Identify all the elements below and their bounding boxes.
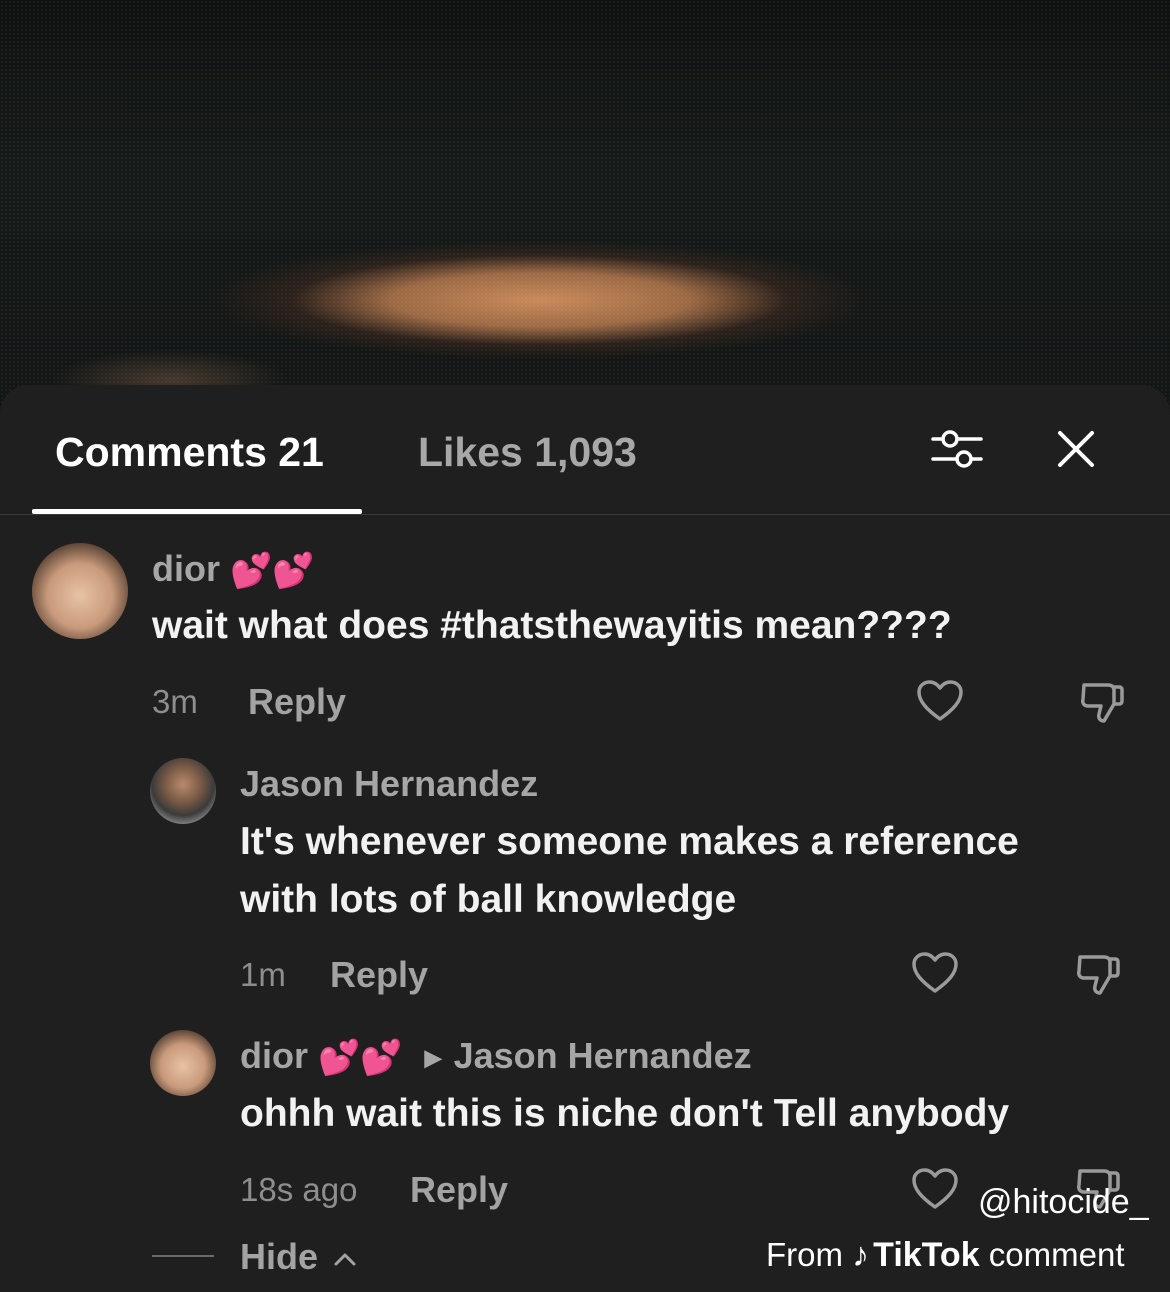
reply-button[interactable]: Reply bbox=[330, 954, 428, 996]
hide-divider bbox=[152, 1255, 214, 1257]
heart-emoji: 💕💕 bbox=[230, 552, 315, 591]
video-noise-overlay bbox=[0, 0, 1170, 420]
sliders-icon[interactable] bbox=[930, 427, 984, 471]
reply-timestamp: 18s ago bbox=[240, 1171, 358, 1208]
tiktok-logo: ♪ TikTok bbox=[852, 1236, 979, 1274]
avatar[interactable] bbox=[150, 758, 216, 824]
reply-arrow-icon: ▶ bbox=[424, 1045, 442, 1071]
replied-to-username[interactable]: Jason Hernandez bbox=[454, 1035, 752, 1076]
reply-text-line: It's whenever someone makes a reference bbox=[240, 820, 1019, 863]
tab-comments[interactable]: Comments 21 bbox=[55, 429, 324, 476]
reply-button[interactable]: Reply bbox=[248, 681, 346, 723]
comment-text: wait what does #thatsthewayitis mean???? bbox=[152, 604, 952, 647]
comment-timestamp: 3m bbox=[152, 683, 198, 720]
avatar[interactable] bbox=[32, 543, 128, 639]
reply-username[interactable]: dior 💕💕 ▶ Jason Hernandez bbox=[240, 1035, 752, 1078]
watermark-source: From ♪ TikTok comment bbox=[766, 1236, 1125, 1275]
comment-username[interactable]: dior 💕💕 bbox=[152, 548, 315, 591]
tiktok-brand: TikTok bbox=[873, 1236, 980, 1274]
watermark-from: From bbox=[766, 1236, 843, 1273]
hide-label: Hide bbox=[240, 1236, 319, 1277]
tiktok-note-icon: ♪ bbox=[852, 1236, 870, 1274]
thumbs-down-icon[interactable] bbox=[1078, 679, 1126, 725]
thumbs-down-icon[interactable] bbox=[1074, 951, 1122, 997]
heart-outline-icon[interactable] bbox=[911, 951, 959, 995]
watermark-handle: @hitocide_ bbox=[978, 1183, 1149, 1221]
reply-button[interactable]: Reply bbox=[410, 1169, 508, 1211]
tab-likes[interactable]: Likes 1,093 bbox=[418, 429, 637, 476]
username-text: dior bbox=[240, 1035, 308, 1076]
heart-outline-icon[interactable] bbox=[916, 679, 964, 723]
hide-replies-button[interactable]: Hide bbox=[240, 1236, 358, 1278]
comments-sheet: Comments 21 Likes 1,093 dior 💕💕 wait what… bbox=[0, 385, 1170, 1292]
reply-text-line: with lots of ball knowledge bbox=[240, 878, 737, 921]
watermark-suffix: comment bbox=[988, 1236, 1125, 1273]
avatar[interactable] bbox=[150, 1030, 216, 1096]
tabs-divider bbox=[0, 514, 1170, 515]
close-icon[interactable] bbox=[1054, 427, 1098, 471]
comments-tab-bar: Comments 21 Likes 1,093 bbox=[0, 385, 1170, 515]
reply-username[interactable]: Jason Hernandez bbox=[240, 763, 538, 805]
username-text: dior bbox=[152, 548, 220, 589]
heart-outline-icon[interactable] bbox=[911, 1167, 959, 1211]
chevron-up-icon bbox=[334, 1253, 356, 1266]
heart-emoji: 💕💕 bbox=[318, 1039, 403, 1078]
reply-timestamp: 1m bbox=[240, 956, 286, 993]
reply-text: ohhh wait this is niche don't Tell anybo… bbox=[240, 1092, 1010, 1135]
